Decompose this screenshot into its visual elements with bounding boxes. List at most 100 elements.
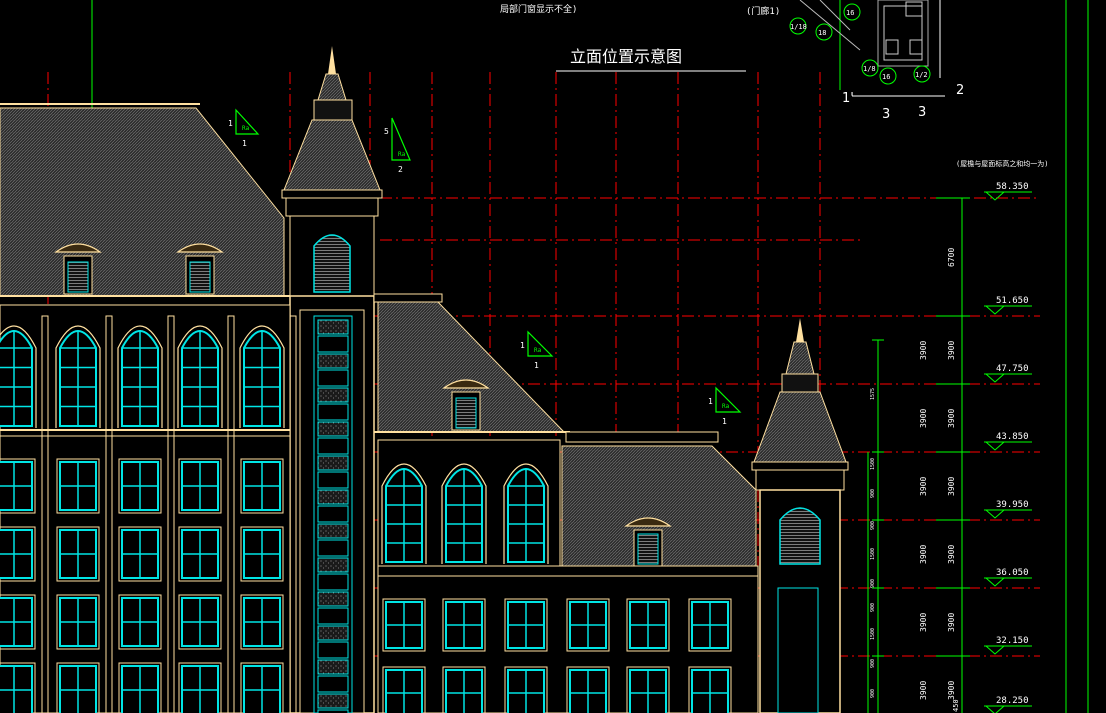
section-mark: 1 1 Ra — [520, 330, 554, 370]
small-dimension: 900 — [870, 489, 876, 498]
section-mark-label: Ra — [242, 125, 250, 132]
window — [56, 594, 100, 650]
small-dimension: 900 — [870, 689, 876, 698]
tower-panel — [317, 421, 349, 437]
window — [626, 598, 670, 652]
window — [442, 666, 486, 713]
small-dimension-text: 1575 1500 900 900 1500 900 900 1500 900 900 — [870, 388, 876, 698]
axis-bubble-a: 16 — [846, 9, 854, 17]
window — [56, 526, 100, 582]
window — [118, 594, 162, 650]
section-mark-top: 5 — [384, 127, 389, 136]
small-dimension: 900 — [870, 659, 876, 668]
dimension-inner: 3900 — [919, 613, 928, 632]
tower-column-panels — [317, 319, 349, 713]
tower-panel — [317, 625, 349, 641]
small-dimension: 1575 — [870, 388, 876, 400]
window — [0, 458, 36, 514]
window — [240, 662, 284, 713]
window — [118, 526, 162, 582]
cad-drawing-canvas: 1 1 Ra 5 2 Ra 1 1 Ra 1 1 Ra 局部门窗显示不全) (门廊1) 立面位置示意图… — [0, 0, 1106, 713]
dimension-inner: 3900 — [919, 477, 928, 496]
tower-panel — [317, 353, 349, 369]
window — [626, 666, 670, 713]
top-note-right: (门廊1) — [746, 5, 780, 17]
window — [56, 458, 100, 514]
window — [118, 662, 162, 713]
window — [240, 526, 284, 582]
tower-panel — [317, 557, 349, 573]
tower-panel — [317, 659, 349, 675]
plan-inset: 16 1/18 18 1/8 16 1/2 1' 2 3 3 — [789, 0, 964, 122]
axis-label-2: 2 — [956, 83, 964, 98]
section-mark-bottom: 1 — [722, 417, 727, 426]
elevation-level: 58.350 — [984, 182, 1032, 201]
tower-panel — [317, 319, 349, 335]
tower-glass — [317, 335, 349, 353]
elevation-level: 39.950 — [984, 500, 1032, 519]
top-note: 局部门窗显示不全) — [500, 3, 577, 15]
window — [178, 662, 222, 713]
elevation-level: 51.650 — [984, 296, 1032, 315]
elevation-value: 39.950 — [996, 500, 1029, 510]
axis-bubble-b: 1/18 — [790, 23, 807, 31]
axis-label-3b: 3 — [918, 105, 926, 120]
elevation-value: 43.850 — [996, 432, 1029, 442]
window — [0, 662, 36, 713]
tower-right — [751, 318, 849, 713]
window — [178, 594, 222, 650]
dimension-bottom: 450 — [952, 699, 960, 712]
small-dimension: 1500 — [870, 458, 876, 470]
drawing-title: 立面位置示意图 — [570, 47, 682, 66]
small-dimension: 900 — [870, 579, 876, 588]
elevation-value: 51.650 — [996, 296, 1029, 306]
dimension-chain-outer — [936, 197, 970, 713]
dimension-inner: 3900 — [919, 341, 928, 360]
dimension-outer: 3900 — [947, 409, 956, 428]
tower-panel — [317, 523, 349, 539]
elevation-level: 36.050 — [984, 568, 1032, 587]
elevation-value: 28.250 — [996, 696, 1029, 706]
tower-glass — [317, 471, 349, 489]
elevation-level: 28.250 — [984, 696, 1032, 713]
tower-glass — [317, 437, 349, 455]
window — [240, 458, 284, 514]
elevation-level: 47.750 — [984, 364, 1032, 383]
tower-panel — [317, 591, 349, 607]
small-dimension: 1500 — [870, 548, 876, 560]
tower-glass — [317, 607, 349, 625]
dimension-outer: 6700 — [947, 248, 956, 267]
axis-bubble-d: 1/8 — [863, 65, 876, 73]
tower-panel — [317, 387, 349, 403]
elevation-value: 47.750 — [996, 364, 1029, 374]
dimension-inner: 3900 — [919, 409, 928, 428]
section-mark-label: Ra — [534, 347, 542, 354]
window — [118, 458, 162, 514]
section-mark-label: Ra — [722, 403, 730, 410]
tower-glass — [317, 675, 349, 693]
tower-glass — [317, 539, 349, 557]
elevation-value: 32.150 — [996, 636, 1029, 646]
dimension-outer: 3900 — [947, 681, 956, 700]
elevation-level: 32.150 — [984, 636, 1032, 655]
window — [0, 526, 36, 582]
small-dimension: 900 — [870, 521, 876, 530]
tower-panel — [317, 693, 349, 709]
section-mark: 1 1 Ra — [228, 108, 260, 148]
window — [504, 666, 548, 713]
window — [382, 598, 426, 652]
elevation-level: 43.850 — [984, 432, 1032, 451]
tower-glass — [317, 369, 349, 387]
dimension-outer: 3900 — [947, 545, 956, 564]
window — [56, 662, 100, 713]
tower-glass — [317, 641, 349, 659]
tower-glass — [317, 505, 349, 523]
section-mark-top: 1 — [520, 341, 525, 350]
axis-bubble-e: 16 — [882, 73, 890, 81]
section-mark-bottom: 1 — [534, 361, 539, 370]
section-mark-top: 1 — [708, 397, 713, 406]
window — [566, 598, 610, 652]
elevation-levels: 58.350 51.650 47.750 43.850 39.950 36.050 32.1… — [984, 182, 1032, 713]
window — [382, 666, 426, 713]
window — [688, 598, 732, 652]
